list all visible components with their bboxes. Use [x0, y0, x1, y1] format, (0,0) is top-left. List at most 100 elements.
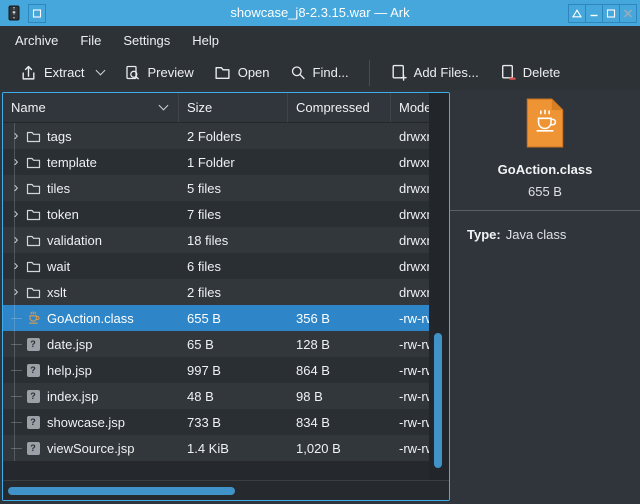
- table-row[interactable]: ?date.jsp65 B128 B-rw-rw: [3, 331, 429, 357]
- column-header-label: Size: [187, 100, 212, 115]
- type-value: Java class: [506, 227, 567, 242]
- table-row[interactable]: ›tags2 Foldersdrwxr: [3, 123, 429, 149]
- file-size: 997 B: [179, 363, 288, 378]
- table-row[interactable]: ›template1 Folderdrwxr: [3, 149, 429, 175]
- toolbar-button-label: Preview: [147, 65, 193, 80]
- menu-item-file[interactable]: File: [69, 26, 112, 55]
- column-header-label: Mode: [399, 100, 429, 115]
- tree-branch-line: [7, 442, 25, 454]
- table-row[interactable]: ?help.jsp997 B864 B-rw-rw: [3, 357, 429, 383]
- info-file-size: 655 B: [528, 184, 562, 199]
- java-class-file-icon: [524, 98, 566, 151]
- table-row[interactable]: ?showcase.jsp733 B834 B-rw-rw: [3, 409, 429, 435]
- file-mode: -rw-rw: [391, 389, 429, 404]
- tree-branch-line: [7, 364, 25, 376]
- maximize-button[interactable]: [602, 4, 620, 23]
- toolbar-button-label: Add Files...: [414, 65, 479, 80]
- keep-above-button[interactable]: [568, 4, 586, 23]
- column-header-name[interactable]: Name: [3, 93, 179, 122]
- file-mode: drwxr: [391, 233, 429, 248]
- window-controls: [569, 4, 637, 23]
- table-row[interactable]: ?index.jsp48 B98 B-rw-rw: [3, 383, 429, 409]
- table-row[interactable]: ›wait6 filesdrwxr: [3, 253, 429, 279]
- file-size: 2 files: [179, 285, 288, 300]
- minimize-button[interactable]: [585, 4, 603, 23]
- tree-branch-line: [7, 338, 25, 350]
- file-mode: -rw-rw: [391, 363, 429, 378]
- expander-icon[interactable]: ›: [7, 180, 25, 197]
- table-row[interactable]: GoAction.class655 B356 B-rw-rw: [3, 305, 429, 331]
- unknown-file-icon: ?: [25, 415, 41, 430]
- folder-icon: [25, 285, 41, 300]
- menu-item-help[interactable]: Help: [181, 26, 230, 55]
- toolbar-button-label: Extract: [44, 65, 84, 80]
- chevron-down-icon[interactable]: [96, 66, 106, 76]
- file-mode: drwxr: [391, 207, 429, 222]
- addfiles-button[interactable]: Add Files...: [380, 60, 489, 85]
- file-mode: -rw-rw: [391, 337, 429, 352]
- file-mode: drwxr: [391, 155, 429, 170]
- file-size: 5 files: [179, 181, 288, 196]
- folder-icon: [25, 129, 41, 144]
- file-size: 65 B: [179, 337, 288, 352]
- titlebar[interactable]: showcase_j8-2.3.15.war — Ark: [0, 0, 640, 26]
- toolbar-button-label: Open: [238, 65, 270, 80]
- folder-icon: [25, 181, 41, 196]
- extract-button[interactable]: Extract: [10, 60, 114, 85]
- table-row[interactable]: › token 7 files drwxr: [3, 201, 429, 227]
- column-header-size[interactable]: Size: [179, 93, 288, 122]
- tree-branch-line: [7, 416, 25, 428]
- ark-app-icon[interactable]: [6, 5, 22, 21]
- expander-icon[interactable]: ›: [7, 232, 25, 249]
- file-name: showcase.jsp: [47, 415, 125, 430]
- expander-icon[interactable]: ›: [7, 128, 25, 145]
- archive-list-panel[interactable]: Name Size Compressed Mode ›tags2 Foldersdrw…: [2, 92, 450, 501]
- folder-icon: [25, 259, 41, 274]
- file-compressed-size: 864 B: [288, 363, 391, 378]
- vertical-scrollbar-thumb[interactable]: [434, 333, 442, 468]
- expander-icon[interactable]: ›: [7, 206, 25, 223]
- horizontal-scrollbar-track[interactable]: [3, 480, 449, 500]
- file-size: 733 B: [179, 415, 288, 430]
- menu-item-archive[interactable]: Archive: [4, 26, 69, 55]
- menu-item-settings[interactable]: Settings: [112, 26, 181, 55]
- file-mode: -rw-rw: [391, 441, 429, 456]
- column-header-label: Compressed: [296, 100, 370, 115]
- ark-window: showcase_j8-2.3.15.war — Ark ArchiveFile…: [0, 0, 640, 504]
- file-name: help.jsp: [47, 363, 92, 378]
- column-header-mode[interactable]: Mode: [391, 93, 429, 122]
- file-info-panel: GoAction.class 655 B Type: Java class: [450, 90, 640, 504]
- expander-icon[interactable]: ›: [7, 284, 25, 301]
- delete-button[interactable]: Delete: [489, 60, 571, 85]
- type-label: Type:: [467, 227, 501, 242]
- vertical-scrollbar-track[interactable]: [429, 93, 449, 480]
- preview-button[interactable]: Preview: [114, 61, 203, 85]
- file-size: 6 files: [179, 259, 288, 274]
- folder-icon: [25, 233, 41, 248]
- expander-icon[interactable]: ›: [7, 154, 25, 171]
- open-button[interactable]: Open: [204, 61, 280, 84]
- file-compressed-size: 1,020 B: [288, 441, 391, 456]
- main-area: Name Size Compressed Mode ›tags2 Foldersdrw…: [0, 90, 640, 504]
- toolbar-separator: [369, 60, 370, 86]
- column-header-compressed[interactable]: Compressed: [288, 93, 391, 122]
- file-mode: -rw-rw: [391, 311, 429, 326]
- table-row[interactable]: ›tiles5 filesdrwxr: [3, 175, 429, 201]
- file-size: 7 files: [179, 207, 288, 222]
- titlebar-on-all-desktops-button[interactable]: [28, 4, 46, 23]
- file-mode: drwxr: [391, 285, 429, 300]
- extract-icon: [20, 64, 37, 81]
- file-name: token: [47, 207, 79, 222]
- find-button[interactable]: Find...: [280, 61, 359, 85]
- expander-icon[interactable]: ›: [7, 258, 25, 275]
- close-button[interactable]: [619, 4, 637, 23]
- table-row[interactable]: ›validation18 filesdrwxr: [3, 227, 429, 253]
- file-name: tiles: [47, 181, 70, 196]
- info-file-name: GoAction.class: [498, 162, 593, 177]
- table-row[interactable]: ›xslt2 filesdrwxr: [3, 279, 429, 305]
- table-row[interactable]: ?viewSource.jsp1.4 KiB1,020 B-rw-rw: [3, 435, 429, 461]
- folder-icon: [25, 155, 41, 170]
- preview-icon: [124, 65, 140, 81]
- tree-branch-line: [7, 312, 25, 324]
- horizontal-scrollbar-thumb[interactable]: [8, 487, 235, 495]
